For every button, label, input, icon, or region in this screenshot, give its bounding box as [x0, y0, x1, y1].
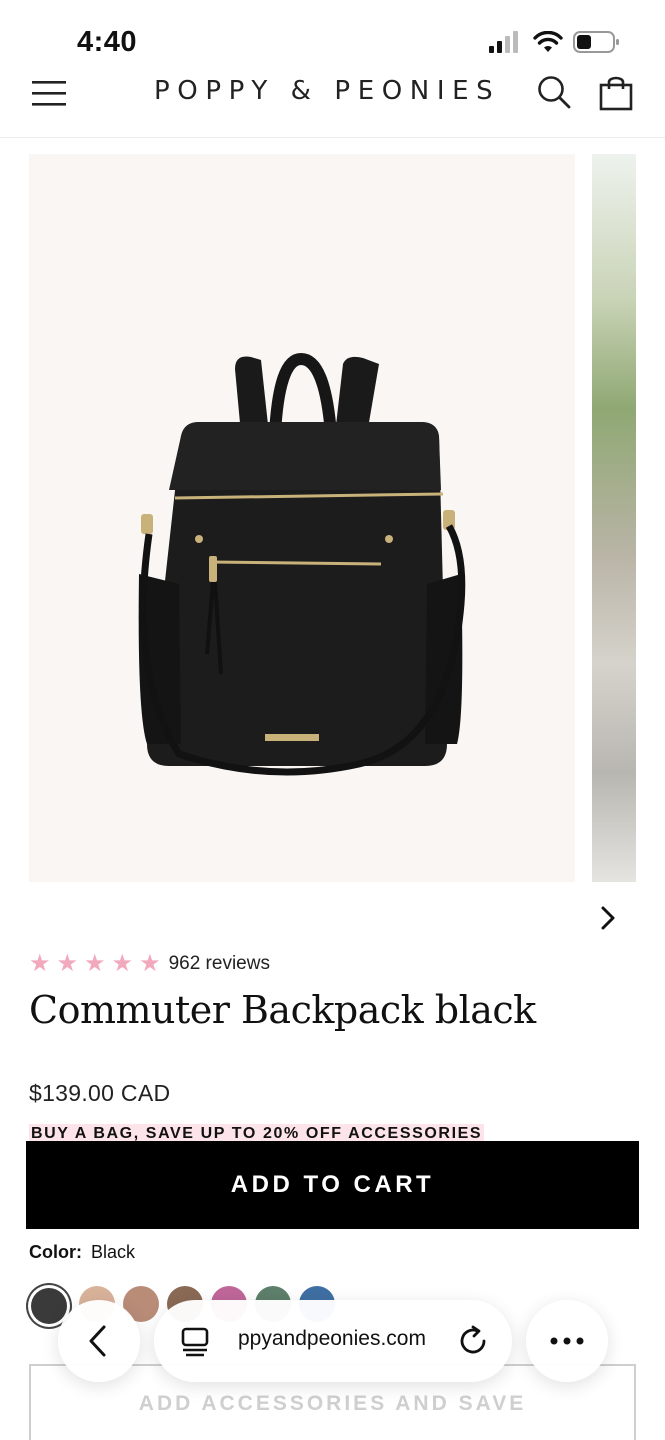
status-time: 4:40	[77, 26, 138, 58]
status-icons	[489, 30, 621, 54]
menu-button[interactable]	[30, 78, 70, 108]
search-icon	[538, 76, 571, 109]
browser-toolbar: ppyandpeonies.com	[0, 1290, 665, 1400]
site-header: POPPY & PEONIES	[0, 64, 665, 138]
color-value: Black	[91, 1242, 136, 1262]
star-icon: ★	[139, 950, 161, 977]
address-bar[interactable]: ppyandpeonies.com	[154, 1300, 512, 1382]
shopping-bag-icon	[599, 76, 633, 111]
star-rating: ★ ★ ★ ★ ★	[29, 952, 161, 976]
product-title: Commuter Backpack black	[29, 988, 536, 1032]
browser-more-button[interactable]	[526, 1300, 608, 1382]
tabs-icon	[181, 1327, 209, 1357]
review-count[interactable]: 962 reviews	[169, 953, 270, 975]
cellular-signal-icon	[489, 31, 518, 53]
next-slide-preview[interactable]	[592, 154, 636, 882]
backpack-image	[138, 352, 466, 776]
hamburger-icon	[32, 81, 66, 106]
next-image-button[interactable]	[594, 904, 622, 932]
more-icon	[550, 1337, 584, 1345]
star-icon: ★	[111, 950, 134, 977]
rating-row[interactable]: ★ ★ ★ ★ ★ 962 reviews	[29, 952, 270, 976]
url-text: ppyandpeonies.com	[238, 1327, 426, 1350]
chevron-left-icon	[89, 1325, 106, 1357]
search-button[interactable]	[536, 74, 572, 110]
chevron-right-icon	[601, 906, 615, 930]
color-label: Color:	[29, 1242, 82, 1262]
browser-back-button[interactable]	[58, 1300, 140, 1382]
battery-icon	[573, 31, 619, 53]
promo-banner: BUY A BAG, SAVE UP TO 20% OFF ACCESSORIE…	[29, 1124, 485, 1142]
color-selector-label: Color: Black	[29, 1242, 135, 1263]
product-price: $139.00 CAD	[29, 1080, 171, 1106]
wifi-icon	[533, 31, 563, 52]
product-image[interactable]	[29, 154, 575, 882]
product-gallery[interactable]	[0, 138, 665, 948]
star-icon: ★	[29, 950, 51, 977]
status-bar: 4:40	[0, 0, 665, 64]
star-icon: ★	[84, 950, 106, 977]
cart-button[interactable]	[598, 76, 634, 112]
star-icon: ★	[56, 950, 79, 977]
reload-icon[interactable]	[456, 1324, 490, 1358]
brand-logo[interactable]: POPPY & PEONIES	[154, 76, 500, 106]
add-to-cart-button[interactable]: ADD TO CART	[26, 1141, 639, 1229]
